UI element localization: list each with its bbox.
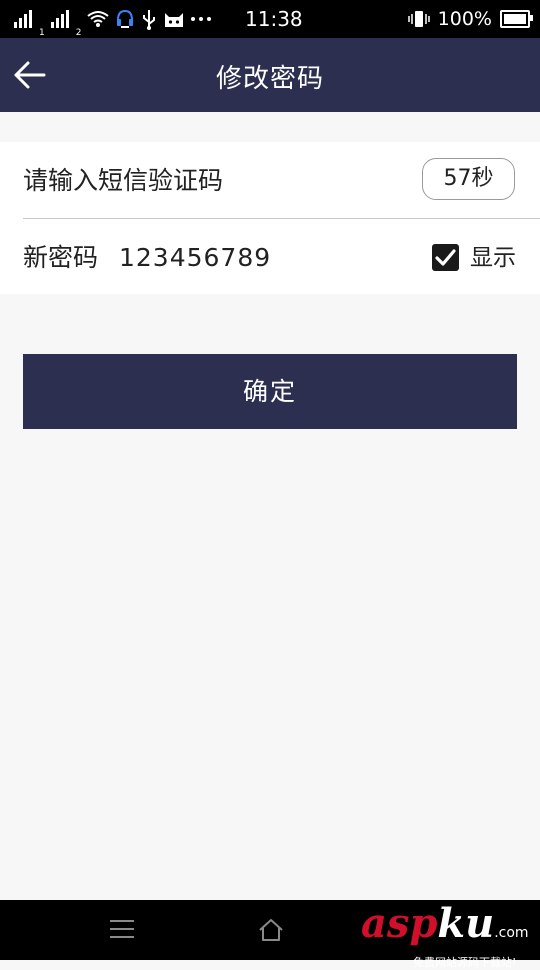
app-header: 修改密码 bbox=[0, 38, 540, 112]
more-notifications-icon bbox=[191, 17, 212, 21]
signal-icon-sim2 bbox=[50, 10, 69, 28]
wifi-icon bbox=[87, 11, 110, 27]
watermark-red-text: asp bbox=[361, 900, 438, 947]
show-password-checkbox[interactable] bbox=[432, 244, 459, 271]
android-cat-icon bbox=[165, 13, 184, 27]
confirm-button[interactable]: 确定 bbox=[23, 354, 517, 429]
password-form: 请输入短信验证码 57秒 新密码 123456789 显示 bbox=[0, 142, 540, 294]
new-password-label: 新密码 bbox=[23, 243, 99, 272]
show-password-label[interactable]: 显示 bbox=[470, 219, 516, 297]
sim2-label: 2 bbox=[75, 28, 82, 38]
checkmark-icon bbox=[435, 249, 456, 266]
status-icons-right: 100% bbox=[407, 0, 533, 38]
clock: 11:38 bbox=[245, 7, 303, 31]
new-password-row: 新密码 123456789 显示 bbox=[0, 219, 540, 294]
signal-icon-sim1 bbox=[14, 10, 32, 28]
usb-icon bbox=[143, 10, 156, 30]
page-title: 修改密码 bbox=[215, 64, 324, 94]
sim1-label: 1 bbox=[39, 28, 45, 38]
sms-code-input[interactable]: 请输入短信验证码 bbox=[23, 142, 223, 220]
home-icon[interactable] bbox=[257, 916, 285, 944]
headset-icon bbox=[117, 9, 134, 28]
navigation-bar: aspku.com 免费网站源码下载站! bbox=[0, 900, 540, 970]
status-bar: 1 2 11:38 100% bbox=[0, 0, 540, 38]
new-password-input[interactable]: 123456789 bbox=[119, 219, 271, 297]
watermark-tagline: 免费网站源码下载站! bbox=[413, 956, 517, 969]
battery-icon bbox=[500, 10, 533, 28]
vibrate-icon bbox=[407, 11, 430, 27]
battery-percent: 100% bbox=[437, 8, 492, 30]
menu-icon[interactable] bbox=[110, 920, 134, 940]
sms-code-row: 请输入短信验证码 57秒 bbox=[0, 142, 540, 218]
watermark-domain: .com bbox=[494, 925, 529, 941]
status-icons-left: 1 2 bbox=[14, 0, 212, 38]
countdown-button[interactable]: 57秒 bbox=[422, 158, 515, 200]
watermark-white-text: ku bbox=[437, 900, 495, 947]
watermark-logo: aspku.com 免费网站源码下载站! bbox=[361, 904, 536, 970]
